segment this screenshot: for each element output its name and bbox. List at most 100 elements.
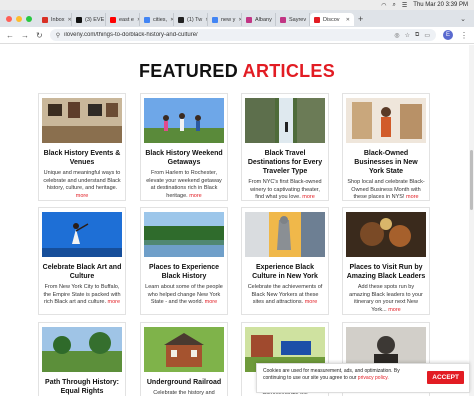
tab-label: Discov bbox=[323, 16, 340, 23]
article-description: Celebrate the history and bbox=[153, 390, 215, 396]
tab-3[interactable]: east e✕ bbox=[106, 13, 140, 26]
article-title[interactable]: Experience Black Culture in New York bbox=[245, 263, 325, 281]
tab-strip: Inbox✕(3) EVE✕east e✕cities,✕(1) Tw✕new … bbox=[0, 10, 474, 27]
group-outdoors-image[interactable] bbox=[144, 98, 224, 143]
tab-favicon-icon bbox=[76, 16, 82, 23]
article-title[interactable]: Underground Railroad bbox=[144, 378, 224, 387]
more-link[interactable]: more bbox=[189, 193, 202, 199]
clock[interactable]: Thu Mar 20 3:39 PM bbox=[413, 2, 468, 8]
article-description: Celebrate the achievements of Black New … bbox=[247, 284, 323, 305]
profile-avatar[interactable]: E bbox=[443, 30, 453, 40]
page-content: FEATURED ARTICLES Black History Events &… bbox=[0, 45, 474, 396]
more-link[interactable]: more bbox=[388, 307, 401, 313]
search-icon[interactable]: ⌕ bbox=[393, 2, 396, 9]
more-link[interactable]: more bbox=[305, 299, 318, 305]
back-icon[interactable]: ← bbox=[6, 31, 14, 40]
article-description: Shop local and celebrate Black-Owned Bus… bbox=[347, 179, 425, 200]
tab-8[interactable]: Sayrev✕ bbox=[276, 13, 310, 26]
more-link[interactable]: more bbox=[302, 194, 315, 200]
new-tab-button[interactable]: + bbox=[358, 14, 363, 24]
sidebar-icon[interactable]: ▭ bbox=[424, 32, 430, 39]
tab-close-icon[interactable]: ✕ bbox=[346, 17, 350, 23]
green-field-image[interactable] bbox=[42, 327, 122, 372]
article-card[interactable]: Black-Owned Businesses in New York State… bbox=[342, 93, 430, 201]
article-title[interactable]: Black Travel Destinations for Every Trav… bbox=[245, 149, 325, 176]
tab-label: Sayrev bbox=[289, 16, 307, 23]
article-card[interactable]: Black History Weekend Getaways From Harle… bbox=[140, 93, 228, 201]
tab-4[interactable]: cities, ✕ bbox=[140, 13, 174, 26]
article-title[interactable]: Places to Visit Run by Amazing Black Lea… bbox=[346, 263, 426, 281]
forward-icon[interactable]: → bbox=[21, 31, 29, 40]
article-card[interactable]: Places to Experience Black History Learn … bbox=[140, 207, 228, 315]
tab-label: cities, bbox=[153, 16, 168, 23]
tab-label: east e bbox=[119, 16, 134, 23]
article-description: Add these spots run by amazing Black lea… bbox=[349, 284, 423, 313]
more-link[interactable]: more bbox=[76, 193, 89, 199]
wifi-icon[interactable]: ◠ bbox=[381, 2, 386, 9]
dance-performance-image[interactable] bbox=[42, 212, 122, 257]
maximize-window-button[interactable] bbox=[26, 15, 32, 22]
tab-9[interactable]: Discov ✕ bbox=[310, 13, 354, 26]
article-title[interactable]: Places to Experience Black History bbox=[144, 263, 224, 281]
article-card[interactable]: Experience Black Culture in New York Cele… bbox=[241, 207, 329, 315]
camera-icon[interactable]: ◎ bbox=[394, 32, 399, 39]
more-link[interactable]: more bbox=[205, 299, 218, 305]
cookie-banner: Cookies are used for measurement, ads, a… bbox=[256, 363, 470, 393]
article-title[interactable]: Black-Owned Businesses in New York State bbox=[346, 149, 426, 176]
article-description: From New York City to Buffalo, the Empir… bbox=[43, 284, 121, 305]
url-field[interactable]: ⚲ iloveny.com/things-to-do/black-history… bbox=[49, 29, 436, 41]
tab-search-icon[interactable]: ⌄ bbox=[460, 15, 466, 23]
scrollbar-thumb[interactable] bbox=[470, 150, 473, 210]
statue-image[interactable] bbox=[245, 212, 325, 257]
page-title: FEATURED ARTICLES bbox=[138, 61, 336, 81]
url-text[interactable]: iloveny.com/things-to-do/black-history-a… bbox=[64, 32, 390, 38]
tab-favicon-icon bbox=[246, 16, 252, 23]
site-info-icon[interactable]: ⚲ bbox=[56, 32, 60, 39]
article-card[interactable]: Black Travel Destinations for Every Trav… bbox=[241, 93, 329, 201]
tab-favicon-icon bbox=[42, 16, 48, 23]
close-window-button[interactable] bbox=[6, 15, 12, 22]
tab-label: (1) Tw bbox=[187, 16, 203, 23]
article-title[interactable]: Path Through History: Equal Rights bbox=[42, 378, 122, 396]
lake-trees-image[interactable] bbox=[144, 212, 224, 257]
tab-favicon-icon bbox=[178, 16, 184, 23]
museum-gallery-image[interactable] bbox=[42, 98, 122, 143]
tab-2[interactable]: (3) EVE✕ bbox=[72, 13, 106, 26]
food-platter-image[interactable] bbox=[346, 212, 426, 257]
tab-label: new y bbox=[221, 16, 236, 23]
article-title[interactable]: Black History Weekend Getaways bbox=[144, 149, 224, 167]
brick-house-image[interactable] bbox=[144, 327, 224, 372]
shop-owner-image[interactable] bbox=[346, 98, 426, 143]
waterfall-hike-image[interactable] bbox=[245, 98, 325, 143]
bookmark-star-icon[interactable]: ☆ bbox=[405, 32, 410, 39]
privacy-policy-link[interactable]: privacy policy. bbox=[358, 375, 389, 381]
tab-5[interactable]: (1) Tw✕ bbox=[174, 13, 208, 26]
article-title[interactable]: Black History Events & Venues bbox=[42, 149, 122, 167]
article-card[interactable]: Underground Railroad Celebrate the histor… bbox=[140, 322, 228, 396]
minimize-window-button[interactable] bbox=[16, 15, 22, 22]
tab-1[interactable]: Inbox ✕ bbox=[38, 13, 72, 26]
article-description: From Harlem to Rochester, elevate your w… bbox=[146, 170, 222, 199]
more-link[interactable]: more bbox=[406, 194, 419, 200]
article-description: From NYC's first Black-owned winery to c… bbox=[248, 179, 322, 200]
article-title[interactable]: Celebrate Black Art and Culture bbox=[42, 263, 122, 281]
reload-icon[interactable]: ↻ bbox=[36, 31, 43, 40]
tab-label: Albany bbox=[255, 16, 272, 23]
page-scrollbar[interactable] bbox=[469, 45, 474, 396]
extensions-icon[interactable]: ⧉ bbox=[415, 32, 419, 39]
menu-icon[interactable]: ⋮ bbox=[460, 31, 468, 40]
tab-favicon-icon bbox=[212, 16, 218, 23]
tab-7[interactable]: Albany✕ bbox=[242, 13, 276, 26]
article-description: Unique and meaningful ways to celebrate … bbox=[43, 170, 121, 199]
tab-label: (3) EVE bbox=[85, 16, 105, 23]
control-center-icon[interactable]: ☰ bbox=[402, 2, 407, 9]
accept-cookies-button[interactable]: ACCEPT bbox=[427, 371, 464, 384]
more-link[interactable]: more bbox=[108, 299, 121, 305]
article-card[interactable]: Black History Events & Venues Unique and … bbox=[38, 93, 126, 201]
tab-favicon-icon bbox=[280, 16, 286, 23]
tab-label: Inbox bbox=[51, 16, 65, 23]
article-card[interactable]: Path Through History: Equal Rights bbox=[38, 322, 126, 396]
article-card[interactable]: Celebrate Black Art and Culture From New … bbox=[38, 207, 126, 315]
article-card[interactable]: Places to Visit Run by Amazing Black Lea… bbox=[342, 207, 430, 315]
tab-6[interactable]: new y✕ bbox=[208, 13, 242, 26]
